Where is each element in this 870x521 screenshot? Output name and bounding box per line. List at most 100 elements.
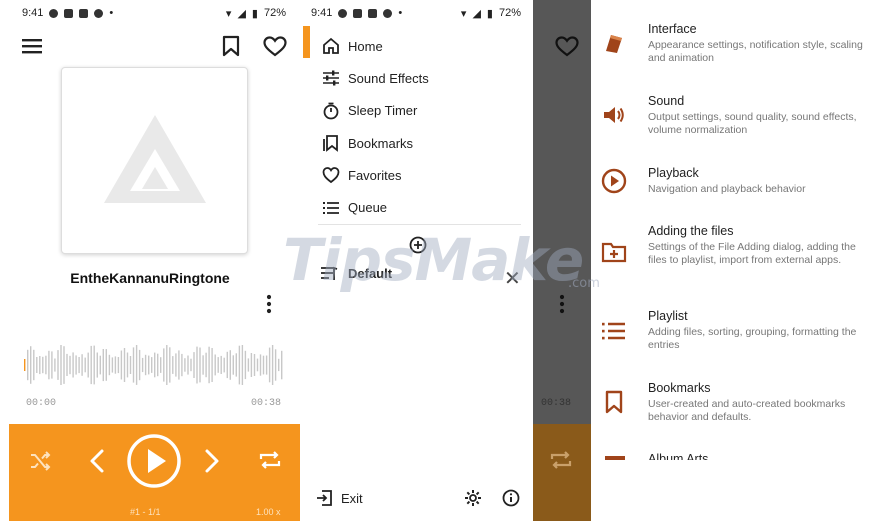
- battery-level: 72%: [263, 7, 286, 19]
- drawer-item-home[interactable]: Home: [320, 30, 530, 62]
- playlist-item-default[interactable]: Default: [320, 264, 392, 282]
- playlist-label: Default: [348, 265, 393, 281]
- shuffle-icon[interactable]: [29, 450, 51, 472]
- waveform-bar: [250, 353, 253, 377]
- waveform-bar: [87, 352, 89, 378]
- app-logo-icon: [103, 114, 206, 203]
- add-playlist-icon[interactable]: [409, 236, 427, 254]
- waveform-bar: [274, 349, 277, 381]
- notification-icon: [64, 8, 74, 18]
- waveform-bar: [271, 345, 274, 385]
- waveform-bar: [196, 346, 198, 384]
- waveform-bar: [235, 353, 237, 377]
- drawer-item-sound-effects[interactable]: Sound Effects: [320, 62, 530, 94]
- favorite-heart-icon[interactable]: [263, 36, 287, 57]
- waveform-bar: [253, 354, 256, 376]
- waveform-bar: [24, 359, 26, 371]
- waveform-bar: [51, 351, 53, 379]
- folder-add-icon: [601, 239, 627, 265]
- waveform-bar: [30, 346, 32, 384]
- next-icon[interactable]: [203, 448, 221, 474]
- more-notifications-dot-icon: •: [398, 7, 403, 19]
- waveform-bar: [75, 355, 77, 375]
- album-art-icon: [605, 456, 625, 460]
- waveform-bar: [126, 352, 129, 378]
- equalizer-icon: [323, 70, 339, 86]
- speaker-icon: [601, 102, 627, 128]
- waveform-bar: [281, 350, 283, 380]
- waveform-bar: [60, 345, 62, 385]
- timer-icon: [323, 102, 339, 120]
- wifi-icon: ▾: [460, 7, 467, 20]
- close-icon[interactable]: ✕: [504, 266, 521, 291]
- exit-icon: [317, 490, 332, 506]
- drawer-item-sleep-timer[interactable]: Sleep Timer: [320, 95, 530, 127]
- waveform-bar: [166, 345, 168, 385]
- waveform-bar: [123, 348, 126, 382]
- time-elapsed: 00:00: [26, 398, 57, 409]
- waveform-bar: [190, 358, 192, 372]
- drawer-footer: Exit: [315, 489, 525, 507]
- settings-item-album-arts[interactable]: Album Arts: [591, 452, 870, 460]
- repeat-icon[interactable]: [258, 448, 282, 472]
- waveform-bar: [96, 352, 98, 378]
- drawer-item-label: Queue: [348, 200, 388, 216]
- waveform-bar: [268, 347, 271, 383]
- waveform-bar: [72, 352, 74, 378]
- previous-icon[interactable]: [88, 448, 106, 474]
- drawer-item-label: Sleep Timer: [348, 103, 418, 119]
- home-icon: [323, 37, 339, 55]
- waveform-bar: [229, 350, 231, 380]
- notification-icon: [79, 8, 89, 18]
- status-time: 9:41: [22, 7, 44, 19]
- waveform-bar: [241, 345, 244, 385]
- settings-gear-icon[interactable]: [464, 489, 482, 507]
- playback-speed[interactable]: 1.00 x: [256, 507, 281, 517]
- settings-item-description: Navigation and playback behavior: [648, 183, 806, 195]
- drawer-item-label: Home: [348, 38, 383, 54]
- waveform-bar: [214, 354, 216, 376]
- waveform-bar: [48, 350, 50, 380]
- drawer-divider: [318, 224, 521, 225]
- waveform-bar: [199, 347, 201, 383]
- waveform-bar: [138, 349, 141, 381]
- waveform-bar: [220, 355, 222, 374]
- waveform-bar: [99, 355, 101, 375]
- waveform-bar: [178, 350, 180, 380]
- waveform-bar: [163, 348, 165, 382]
- exit-button[interactable]: Exit: [315, 489, 363, 507]
- time-total: 00:38: [251, 398, 282, 409]
- drawer-item-label: Sound Effects: [348, 70, 429, 86]
- bookmark-icon[interactable]: [222, 35, 240, 57]
- queue-icon: [323, 201, 339, 214]
- drawer-item-favorites[interactable]: Favorites: [320, 159, 530, 191]
- waveform-bar: [151, 357, 153, 373]
- dimmed-player-overlay[interactable]: 00:38: [533, 0, 591, 521]
- more-options-icon[interactable]: [265, 294, 273, 314]
- waveform-seekbar[interactable]: [24, 345, 284, 385]
- waveform-bar: [278, 358, 280, 372]
- drawer-item-label: Favorites: [348, 167, 402, 183]
- settings-item-title: Interface: [648, 22, 697, 36]
- waveform-bar: [39, 356, 41, 375]
- status-time: 9:41: [311, 7, 333, 19]
- waveform-bar: [172, 356, 174, 374]
- info-icon[interactable]: [502, 489, 520, 507]
- waveform-bar: [33, 349, 35, 381]
- drawer-menu: Home Sound Effects Sleep Timer Bookmarks…: [320, 30, 530, 224]
- waveform-bar: [238, 345, 241, 385]
- settings-item-title: Adding the files: [648, 224, 734, 238]
- waveform-bar: [160, 357, 162, 373]
- waveform-bar: [202, 355, 204, 375]
- waveform-bar: [232, 355, 234, 375]
- notification-icon: [368, 8, 378, 18]
- play-button[interactable]: [125, 432, 183, 490]
- navigation-drawer: 9:41 • ▾ ◢ ▮ 72% Home Sound Effects Slee…: [303, 0, 533, 521]
- drawer-item-queue[interactable]: Queue: [320, 191, 530, 223]
- waveform-bar: [78, 357, 80, 374]
- settings-item-description: User-created and auto-created bookmarks …: [648, 398, 846, 423]
- notification-icon: [353, 8, 363, 18]
- menu-icon[interactable]: [22, 37, 44, 55]
- settings-item-title: Sound: [648, 94, 685, 108]
- drawer-item-bookmarks[interactable]: Bookmarks: [320, 127, 530, 159]
